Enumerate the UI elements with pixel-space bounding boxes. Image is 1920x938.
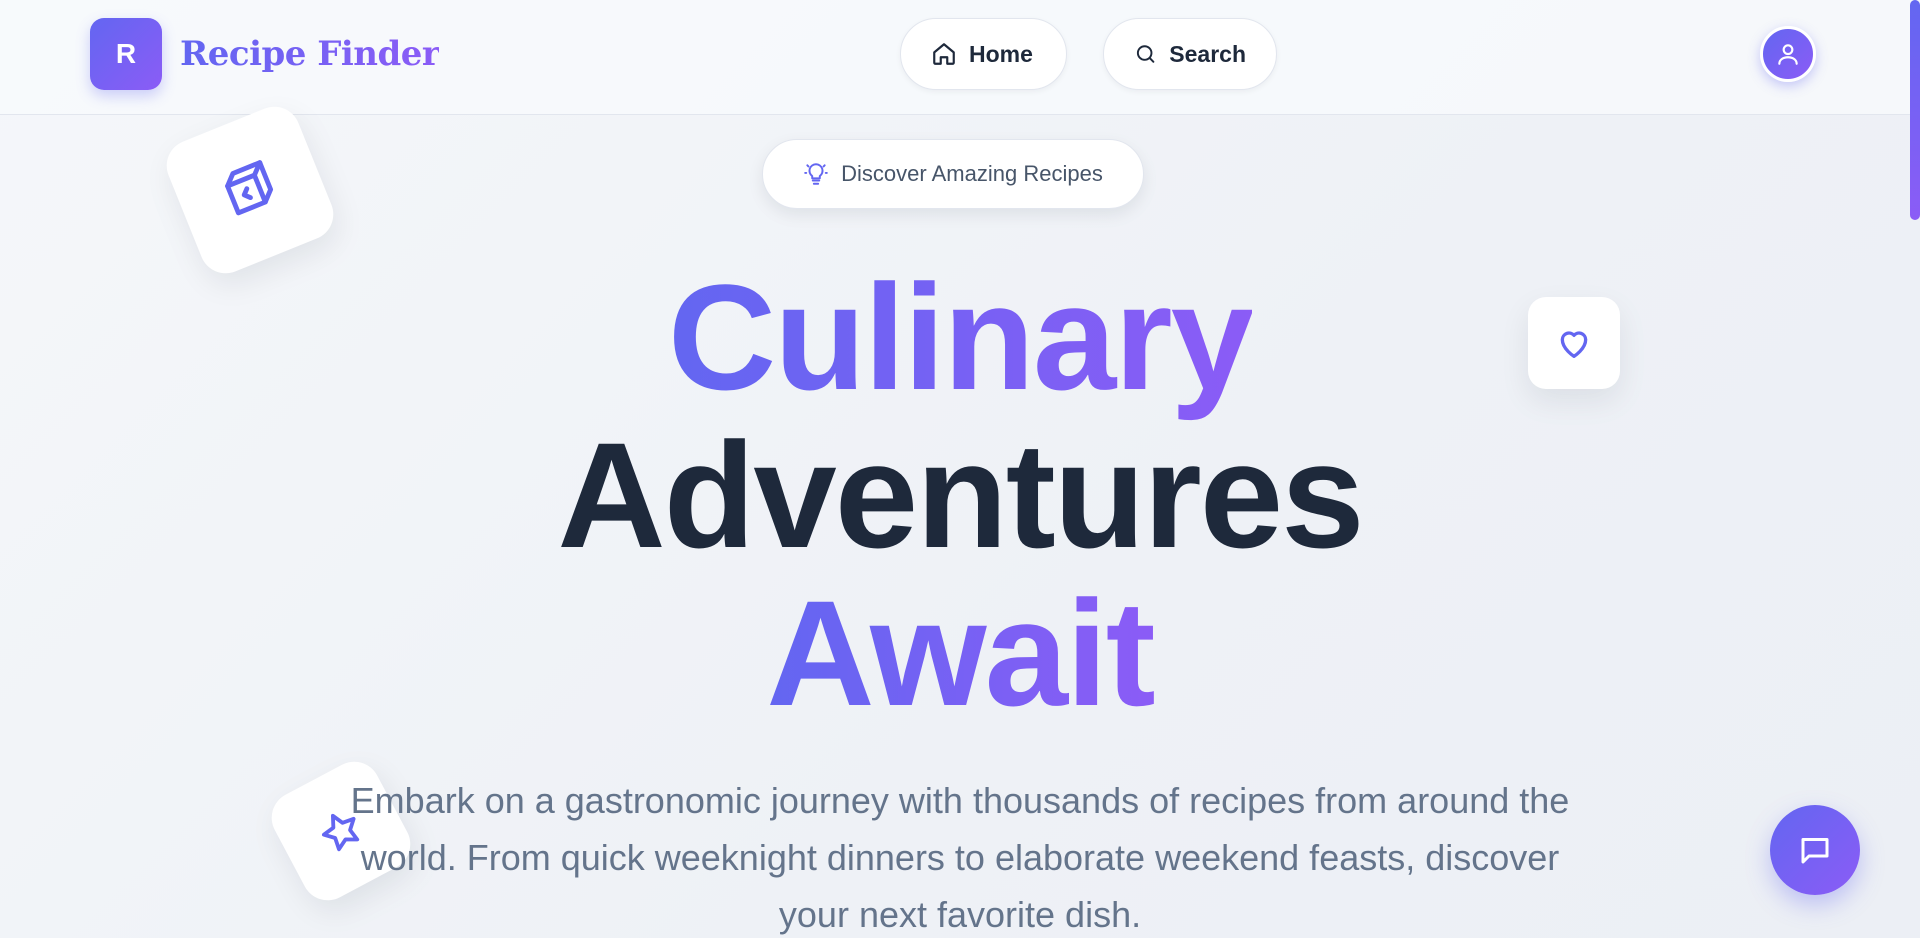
hero-title-line-3: Await: [0, 578, 1920, 728]
nav-search-label: Search: [1169, 40, 1246, 67]
hero-title-line-1: Culinary: [0, 262, 1920, 412]
chat-button[interactable]: [1770, 805, 1860, 895]
user-avatar-button[interactable]: [1760, 26, 1816, 82]
brand-name[interactable]: Recipe Finder: [180, 34, 440, 74]
user-icon: [1778, 44, 1798, 65]
brand[interactable]: R Recipe Finder: [90, 18, 440, 90]
floating-card-cube: [158, 98, 342, 282]
home-icon: [933, 43, 955, 65]
lightbulb-icon: [804, 163, 828, 185]
page: R Recipe Finder Home Search Discover Ama…: [0, 0, 1920, 938]
nav-home-button[interactable]: Home: [900, 18, 1067, 90]
hero-title-word-culinary: Culinary: [667, 253, 1254, 421]
top-header: R Recipe Finder Home Search: [0, 0, 1920, 115]
chat-icon: [1801, 838, 1829, 864]
hero-subtitle: Embark on a gastronomic journey with tho…: [350, 780, 1570, 935]
discover-badge: Discover Amazing Recipes: [762, 139, 1144, 209]
nav-home-label: Home: [969, 40, 1033, 67]
scrollbar-thumb[interactable]: [1910, 0, 1920, 220]
cube-icon: [225, 160, 274, 216]
search-icon: [1136, 45, 1155, 63]
hero-title-line-2: Adventures: [557, 411, 1364, 579]
brand-logo[interactable]: R: [90, 18, 162, 90]
hero-title-word-await: Await: [766, 569, 1155, 737]
badge-label: Discover Amazing Recipes: [841, 161, 1103, 186]
nav-search-button[interactable]: Search: [1103, 18, 1277, 90]
